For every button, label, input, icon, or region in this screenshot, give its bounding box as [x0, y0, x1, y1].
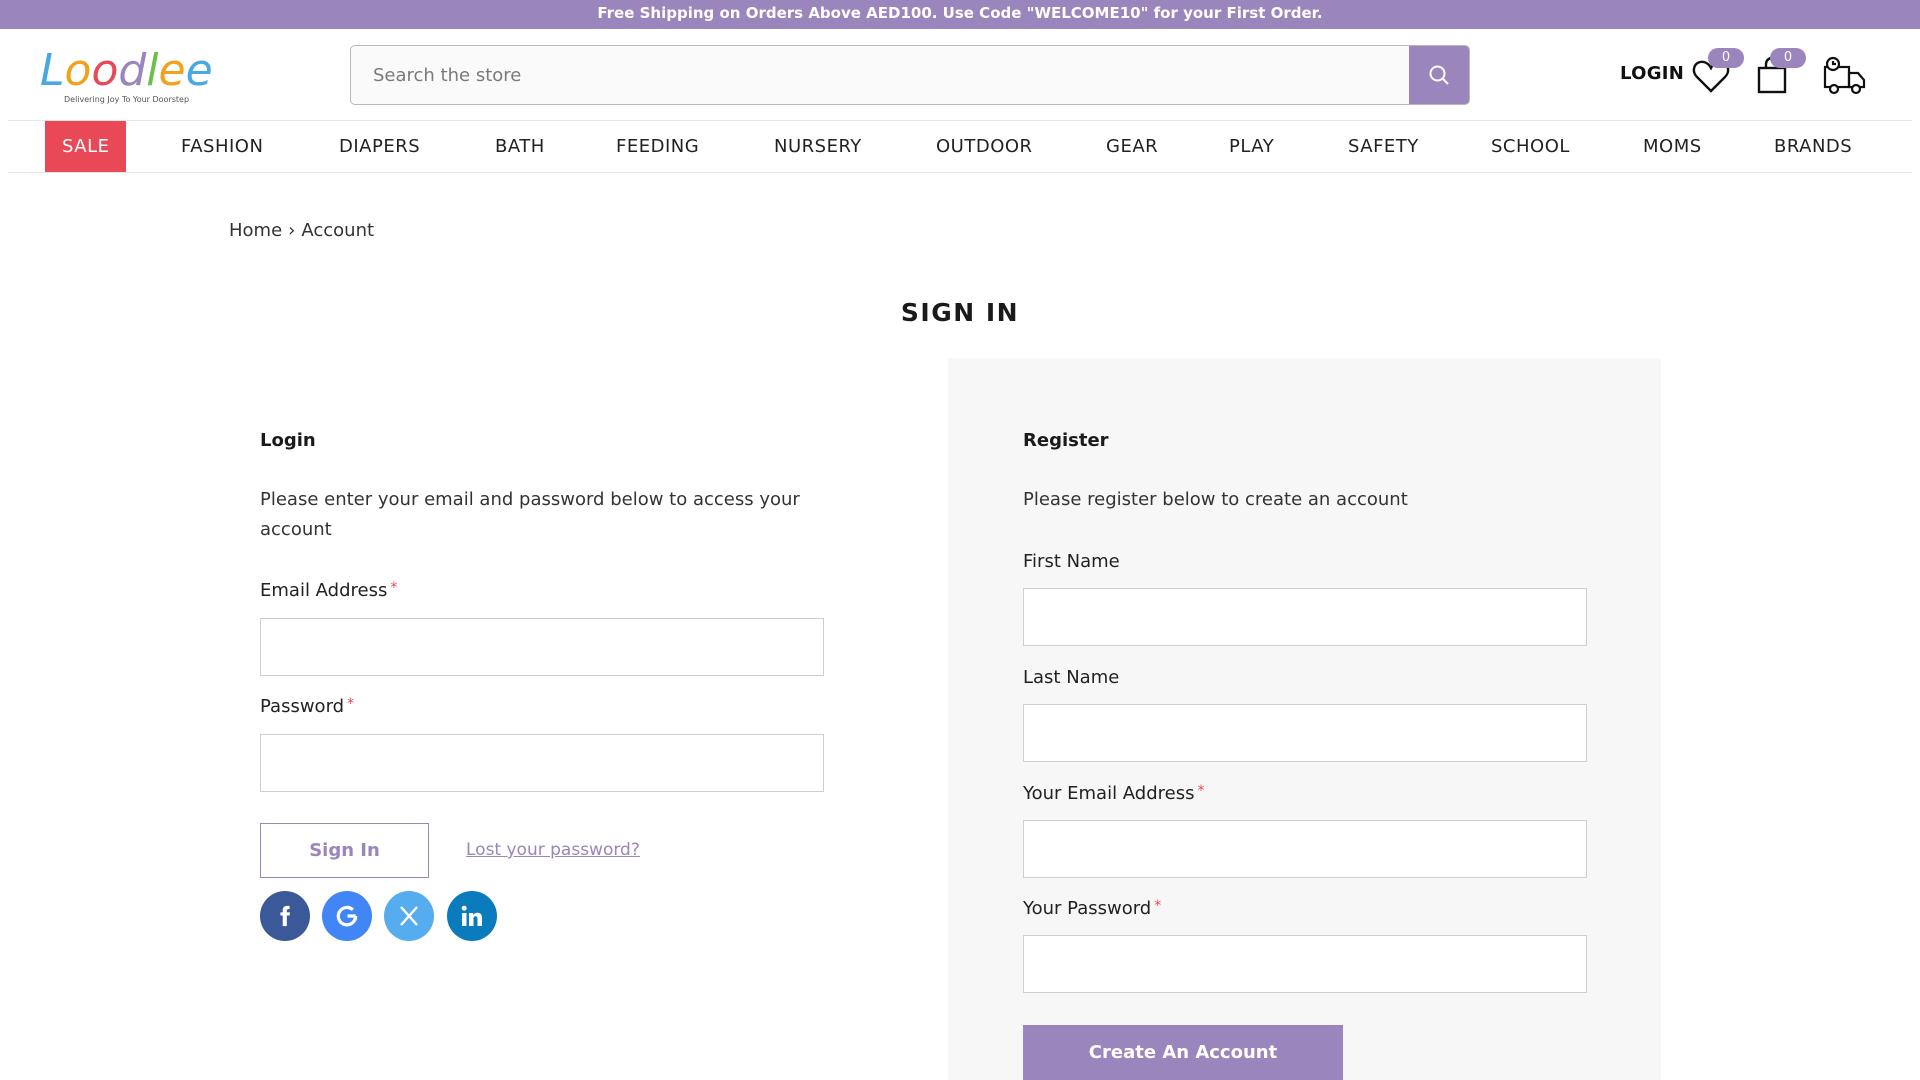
lost-password-link[interactable]: Lost your password?: [466, 840, 640, 860]
register-section: Register: [1023, 430, 1109, 451]
google-icon: [336, 905, 358, 927]
delivery-truck-icon: [1823, 56, 1866, 95]
register-heading: Register: [1023, 430, 1109, 451]
cart-button[interactable]: 0: [1752, 48, 1806, 97]
register-email-field[interactable]: [1023, 820, 1587, 878]
announcement-bar: Free Shipping on Orders Above AED100. Us…: [0, 0, 1920, 29]
register-password-field[interactable]: [1023, 935, 1587, 993]
facebook-login-button[interactable]: [260, 891, 310, 941]
x-icon: [400, 906, 418, 926]
header: Loodlee Delivering Joy To Your Doorstep …: [0, 29, 1920, 120]
login-link[interactable]: LOGIN: [1620, 63, 1684, 84]
nav-item-brands[interactable]: BRANDS: [1774, 121, 1852, 172]
main-nav: SALE FASHION DIAPERS BATH FEEDING NURSER…: [8, 120, 1912, 173]
search-button[interactable]: [1409, 46, 1469, 104]
login-description: Please enter your email and password bel…: [260, 489, 800, 540]
cart-count-badge: 0: [1770, 48, 1806, 68]
x-login-button[interactable]: [384, 891, 434, 941]
google-login-button[interactable]: [322, 891, 372, 941]
order-tracking-button[interactable]: [1822, 55, 1868, 97]
nav-item-play[interactable]: PLAY: [1229, 121, 1274, 172]
svg-text:Loodlee: Loodlee: [40, 45, 213, 96]
password-field[interactable]: [260, 734, 824, 792]
first-name-label: First Name: [1023, 551, 1120, 572]
nav-item-gear[interactable]: GEAR: [1106, 121, 1158, 172]
page-title: SIGN IN: [900, 298, 1020, 327]
nav-item-outdoor[interactable]: OUTDOOR: [936, 121, 1033, 172]
register-password-label: Your Password *: [1023, 898, 1162, 919]
register-description: Please register below to create an accou…: [1023, 489, 1408, 510]
nav-item-moms[interactable]: MOMS: [1643, 121, 1702, 172]
required-mark: *: [390, 580, 398, 596]
last-name-label: Last Name: [1023, 667, 1120, 688]
breadcrumb-home[interactable]: Home: [229, 220, 282, 241]
svg-text:Delivering Joy To Your Doorste: Delivering Joy To Your Doorstep: [64, 95, 189, 104]
facebook-icon: [280, 905, 291, 927]
login-heading: Login: [260, 430, 316, 451]
linkedin-login-button[interactable]: [447, 891, 497, 941]
last-name-field[interactable]: [1023, 704, 1587, 762]
nav-item-feeding[interactable]: FEEDING: [616, 121, 699, 172]
wishlist-button[interactable]: 0: [1690, 48, 1744, 97]
nav-item-sale[interactable]: SALE: [45, 121, 127, 172]
nav-item-safety[interactable]: SAFETY: [1348, 121, 1419, 172]
nav-item-school[interactable]: SCHOOL: [1491, 121, 1570, 172]
logo[interactable]: Loodlee Delivering Joy To Your Doorstep: [38, 43, 223, 107]
search-input[interactable]: [351, 46, 1410, 104]
search-bar: [350, 45, 1470, 105]
login-section: Login: [260, 430, 316, 451]
search-icon: [1429, 65, 1449, 85]
wishlist-count-badge: 0: [1708, 48, 1744, 68]
password-label: Password *: [260, 696, 355, 717]
create-account-button[interactable]: Create An Account: [1023, 1025, 1343, 1080]
required-mark: *: [347, 696, 355, 712]
chevron-right-icon: ›: [288, 220, 296, 241]
nav-item-diapers[interactable]: DIAPERS: [339, 121, 420, 172]
required-mark: *: [1197, 783, 1205, 799]
nav-item-nursery[interactable]: NURSERY: [774, 121, 862, 172]
first-name-field[interactable]: [1023, 588, 1587, 646]
register-email-label: Your Email Address *: [1023, 783, 1205, 804]
sign-in-button[interactable]: Sign In: [260, 823, 429, 878]
email-field[interactable]: [260, 618, 824, 676]
linkedin-icon: [461, 905, 482, 926]
breadcrumb-current: Account: [301, 220, 375, 241]
breadcrumb: Home › Account: [229, 220, 374, 241]
nav-item-bath[interactable]: BATH: [495, 121, 545, 172]
email-label: Email Address *: [260, 580, 398, 601]
required-mark: *: [1154, 898, 1162, 914]
nav-item-fashion[interactable]: FASHION: [181, 121, 263, 172]
